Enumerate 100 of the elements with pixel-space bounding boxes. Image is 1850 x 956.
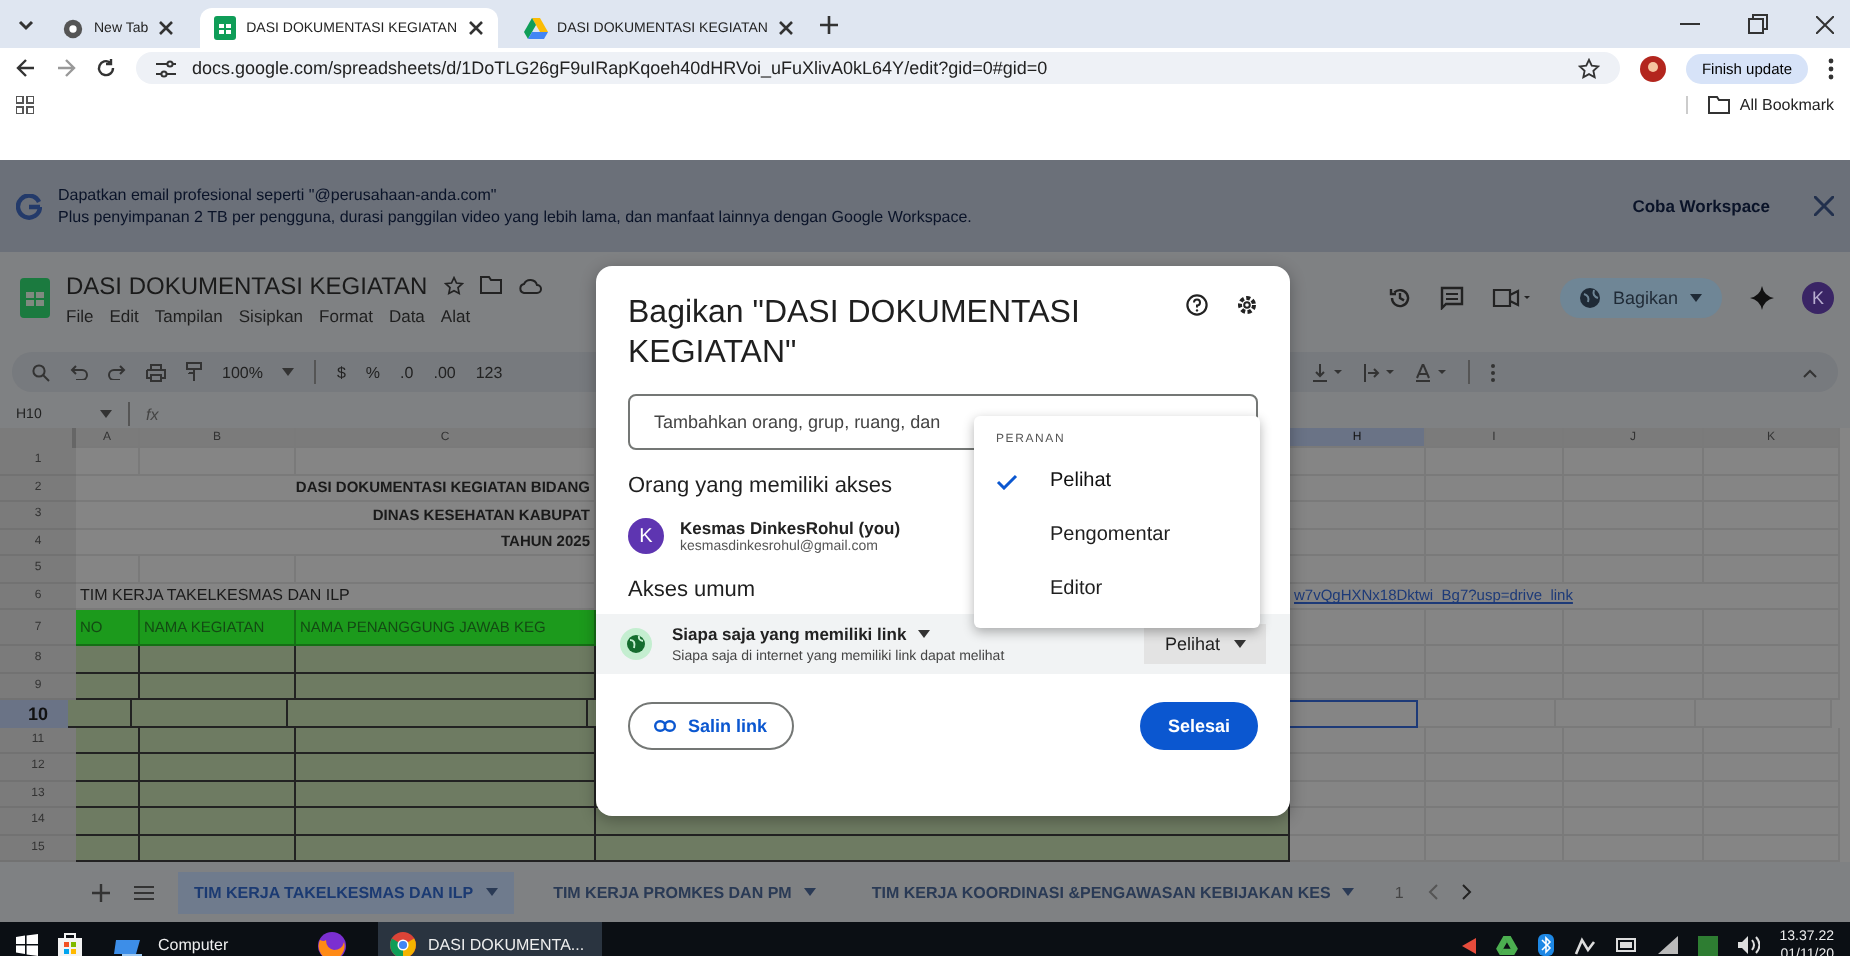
speaker-icon[interactable] — [1737, 936, 1760, 954]
table-cell[interactable] — [76, 781, 140, 808]
table-cell[interactable] — [296, 673, 596, 700]
all-bookmarks-button[interactable]: All Bookmark — [1685, 96, 1834, 114]
paint-format-icon[interactable] — [186, 362, 202, 382]
undo-icon[interactable] — [70, 364, 88, 380]
taskbar-app[interactable]: Computer — [102, 922, 286, 956]
table-cell[interactable] — [140, 835, 296, 862]
try-workspace-link[interactable]: Coba Workspace — [1632, 196, 1770, 216]
menu-item[interactable]: Pengomentar — [974, 508, 1260, 562]
table-cell[interactable] — [296, 727, 596, 754]
cloud-icon[interactable] — [517, 277, 542, 293]
restore-icon[interactable] — [1748, 14, 1768, 34]
menu-item[interactable]: Pelihat — [974, 454, 1260, 508]
menu-icon[interactable] — [134, 885, 154, 899]
site-settings-icon[interactable] — [156, 59, 176, 77]
table-cell[interactable] — [76, 646, 140, 673]
apps-grid-icon[interactable] — [16, 96, 34, 114]
windows-start-icon[interactable] — [16, 934, 38, 956]
back-icon[interactable] — [16, 58, 36, 78]
table-cell[interactable] — [288, 700, 588, 727]
zoom-select[interactable]: 100% — [222, 363, 263, 381]
format-label[interactable]: % — [365, 363, 381, 381]
new-tab-icon[interactable] — [819, 15, 838, 33]
table-cell[interactable] — [296, 835, 596, 862]
redo-icon[interactable] — [108, 364, 126, 380]
format-label[interactable]: .0 — [400, 363, 414, 381]
address-field[interactable]: docs.google.com/spreadsheets/d/1DoTLG26gF9uIRapKqoeh40dHRVoi_uFuXlivA0kL64Y/edit?gid=0#gid=0 — [136, 52, 1620, 84]
table-cell[interactable] — [140, 754, 296, 781]
vertical-align-icon[interactable] — [1312, 363, 1344, 381]
format-label[interactable]: .00 — [433, 363, 456, 381]
share-button[interactable]: Bagikan — [1560, 278, 1722, 318]
format-label[interactable]: $ — [336, 363, 346, 381]
document-title[interactable]: DASI DOKUMENTASI KEGIATAN — [66, 271, 428, 299]
grid-cell[interactable] — [1290, 808, 1426, 835]
settings-icon[interactable] — [1236, 294, 1258, 316]
store-icon[interactable] — [58, 932, 82, 956]
video-call-icon[interactable] — [1492, 288, 1533, 308]
add-sheet-icon[interactable] — [92, 883, 110, 901]
table-cell[interactable] — [76, 727, 140, 754]
caret-icon[interactable] — [282, 368, 295, 376]
table-cell[interactable] — [140, 646, 296, 673]
comment-icon[interactable] — [1440, 286, 1465, 310]
text-rotate-icon[interactable] — [1416, 363, 1448, 381]
drive-tray-icon[interactable] — [1495, 935, 1518, 955]
bluetooth-icon[interactable] — [1537, 934, 1554, 956]
menu-item[interactable]: Alat — [440, 305, 471, 325]
grid-cell[interactable] — [296, 556, 596, 583]
sheet-tab[interactable]: TIM KERJA PROMKES DAN PM — [537, 871, 832, 913]
history-icon[interactable] — [1388, 286, 1413, 310]
minimize-icon[interactable] — [1680, 22, 1700, 26]
chevron-right-icon[interactable] — [1461, 884, 1472, 900]
general-access-select[interactable]: Siapa saja yang memiliki link — [672, 624, 1005, 644]
reload-icon[interactable] — [96, 58, 116, 78]
taskbar-app[interactable]: DASI DOKUMENTA... — [378, 922, 602, 956]
table-cell[interactable] — [296, 646, 596, 673]
table-cell[interactable] — [296, 754, 596, 781]
menu-item[interactable]: Data — [388, 305, 425, 325]
table-cell[interactable] — [76, 835, 140, 862]
done-button[interactable]: Selesai — [1139, 702, 1258, 750]
battery-icon[interactable] — [1615, 938, 1638, 952]
close-icon[interactable] — [158, 20, 175, 36]
chevron-left-icon[interactable] — [1427, 884, 1438, 900]
grid-cell[interactable] — [296, 448, 596, 475]
forward-icon[interactable] — [56, 58, 76, 78]
menu-item[interactable]: Editor — [974, 562, 1260, 616]
table-cell[interactable] — [140, 727, 296, 754]
sparkle-icon[interactable] — [1750, 286, 1774, 310]
menu-item[interactable]: Edit — [109, 305, 139, 325]
grid-cell[interactable] — [1418, 700, 1556, 727]
profile-avatar-icon[interactable] — [1639, 55, 1666, 81]
print-icon[interactable] — [146, 363, 166, 381]
text-wrap-icon[interactable] — [1364, 363, 1396, 381]
menu-item[interactable]: Sisipkan — [238, 305, 304, 325]
table-cell[interactable] — [140, 808, 296, 835]
table-cell[interactable] — [140, 673, 296, 700]
menu-item[interactable]: Format — [319, 305, 373, 325]
sheet-tab[interactable]: TIM KERJA TAKELKESMAS DAN ILP — [178, 871, 514, 913]
table-cell[interactable] — [140, 781, 296, 808]
star-icon[interactable] — [443, 275, 464, 295]
close-icon[interactable] — [1816, 15, 1834, 33]
table-cell[interactable] — [132, 700, 288, 727]
signal-icon[interactable] — [1657, 936, 1678, 954]
grid-cell[interactable] — [76, 448, 140, 475]
table-cell[interactable] — [76, 754, 140, 781]
star-icon[interactable] — [1577, 57, 1600, 79]
caret-icon[interactable] — [100, 410, 112, 418]
collapse-icon[interactable] — [1802, 367, 1818, 377]
role-select[interactable]: Pelihat — [1144, 624, 1266, 664]
user-avatar[interactable]: K — [1802, 282, 1834, 314]
table-cell[interactable] — [296, 781, 596, 808]
table-cell[interactable] — [596, 835, 1290, 862]
search-icon[interactable] — [32, 363, 50, 381]
table-cell[interactable] — [296, 808, 596, 835]
folder-icon[interactable] — [479, 276, 502, 294]
grid-cell[interactable] — [1426, 448, 1564, 475]
close-icon[interactable] — [777, 20, 794, 36]
table-cell[interactable] — [76, 808, 140, 835]
tray-app-icon[interactable] — [1573, 935, 1596, 955]
copy-link-button[interactable]: Salin link — [628, 702, 794, 750]
